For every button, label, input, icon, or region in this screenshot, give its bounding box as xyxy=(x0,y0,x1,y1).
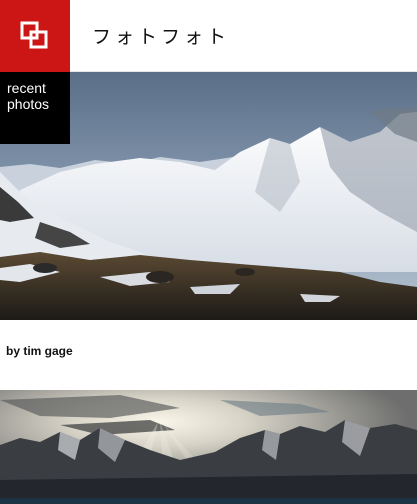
photo-caption[interactable]: by tim gage xyxy=(6,344,73,358)
sunbeam-photo-image xyxy=(0,390,417,504)
recent-label-line1: recent xyxy=(7,80,46,96)
site-header: フォトフォト xyxy=(0,0,417,72)
recent-photos-label[interactable]: recent photos xyxy=(0,72,70,144)
recent-label-line2: photos xyxy=(7,96,50,112)
site-logo[interactable] xyxy=(0,0,70,72)
overlapping-squares-icon xyxy=(20,21,48,49)
photo-caption-area: by tim gage xyxy=(0,320,417,390)
site-title[interactable]: フォトフォト xyxy=(92,22,230,49)
photo-sunbeam-peaks[interactable] xyxy=(0,390,417,504)
